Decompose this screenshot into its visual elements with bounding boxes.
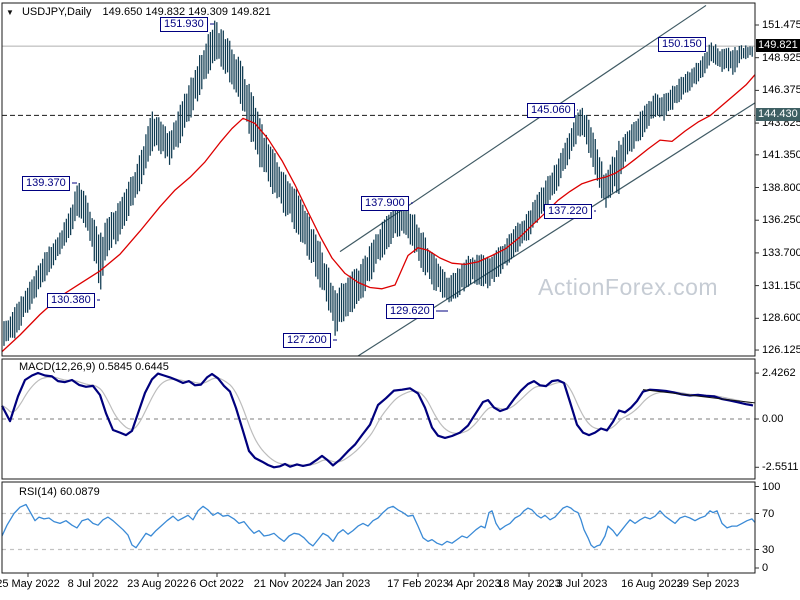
macd-main-line [1, 371, 754, 469]
price-annotation[interactable]: 129.620 [386, 304, 434, 319]
macd-tick-label: 2.4262 [762, 367, 796, 380]
date-label: 3 Jul 2023 [556, 578, 608, 590]
date-label: 8 Jul 2022 [67, 578, 119, 590]
chart-canvas[interactable] [0, 0, 800, 600]
price-tick-label: 151.475 [762, 18, 800, 31]
date-label: 25 May 2022 [0, 578, 60, 590]
rsi-indicator-label: RSI(14) 60.0879 [19, 486, 100, 498]
price-annotation[interactable]: 145.060 [527, 103, 575, 118]
macd-tick-label: 0.00 [762, 413, 784, 425]
rsi-line [1, 503, 756, 549]
level-price-badge: 144.430 [756, 108, 800, 122]
date-label: 21 Nov 2022 [253, 578, 317, 590]
price-tick-label: 141.350 [762, 148, 800, 161]
date-label: 18 May 2023 [497, 578, 561, 590]
price-tick-label: 148.925 [762, 51, 800, 64]
price-annotation[interactable]: 139.370 [22, 176, 70, 191]
date-label: 16 Aug 2023 [621, 578, 683, 590]
date-label: 6 Oct 2022 [190, 578, 244, 590]
date-label: 17 Feb 2023 [387, 578, 449, 590]
price-annotation[interactable]: 130.380 [47, 293, 95, 308]
rsi-tick-label: 0 [762, 562, 769, 574]
price-bars [3, 20, 753, 346]
price-annotation[interactable]: 137.900 [361, 196, 409, 211]
price-tick-label: 126.125 [762, 344, 800, 357]
chart-window: ActionForex.com ▼ USDJPY,Daily 149.650 1… [0, 0, 800, 600]
macd-indicator-label: MACD(12,26,9) 0.5845 0.6445 [19, 361, 169, 373]
rsi-tick-label: 70 [762, 507, 775, 520]
price-annotation[interactable]: 137.220 [544, 204, 592, 219]
title-bar: ▼ USDJPY,Daily 149.650 149.832 149.309 1… [6, 6, 271, 18]
macd-tick-label: -2.5511 [762, 461, 799, 474]
date-label: 4 Jan 2023 [315, 578, 371, 590]
symbol-dropdown-icon[interactable]: ▼ [6, 8, 14, 17]
price-tick-label: 128.600 [762, 312, 800, 325]
price-tick-label: 138.800 [762, 181, 800, 194]
rsi-tick-label: 100 [762, 480, 781, 493]
price-tick-label: 136.250 [762, 214, 800, 227]
macd-signal-line [1, 376, 753, 466]
rsi-tick-label: 30 [762, 543, 775, 556]
date-label: 4 Apr 2023 [447, 578, 501, 590]
current-price-badge: 149.821 [756, 39, 800, 53]
price-tick-label: 146.375 [762, 84, 800, 97]
price-tick-label: 131.150 [762, 279, 800, 292]
price-annotation[interactable]: 127.200 [283, 333, 331, 348]
chart-symbol-period: USDJPY,Daily [21, 6, 92, 18]
date-label: 23 Aug 2022 [127, 578, 189, 590]
price-tick-label: 133.700 [762, 246, 800, 259]
price-annotation[interactable]: 150.150 [658, 37, 706, 52]
date-label: 29 Sep 2023 [676, 578, 740, 590]
price-annotation[interactable]: 151.930 [160, 17, 208, 32]
